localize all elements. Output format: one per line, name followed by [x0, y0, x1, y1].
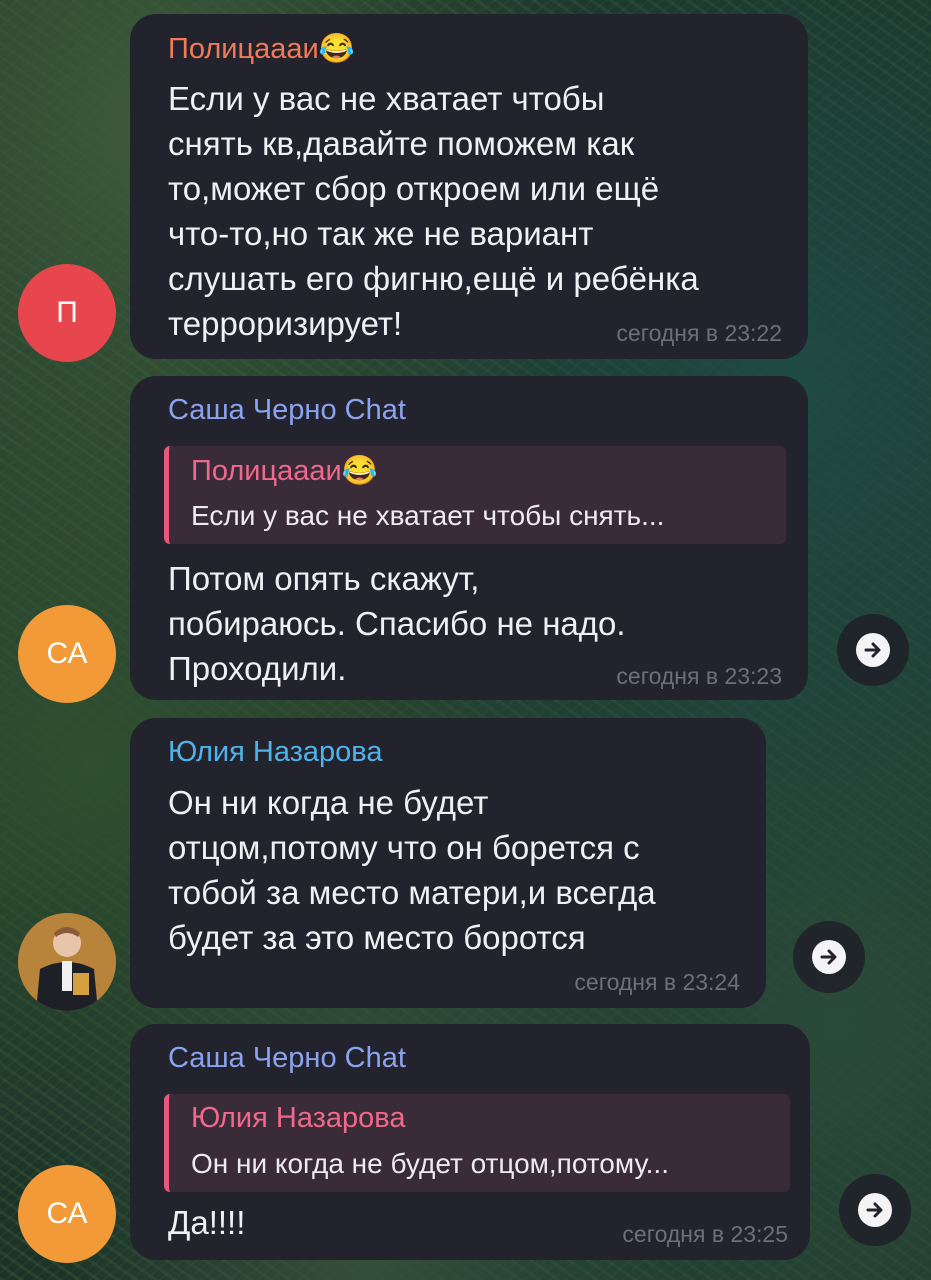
message-line: побираюсь. Спасибо не надо. [168, 605, 626, 642]
person-photo-icon [18, 913, 116, 1011]
message-line: отцом,потому что он борется с [168, 829, 640, 866]
message-line: снять кв,давайте поможем как [168, 125, 635, 162]
message-line: Он ни когда не будет [168, 784, 489, 821]
forward-button[interactable] [839, 1174, 911, 1246]
avatar[interactable]: П [18, 264, 116, 362]
reply-sender: Юлия Назарова [191, 1102, 406, 1134]
message-bubble[interactable]: Юлия Назарова Он ни когда не будет отцом… [130, 718, 766, 1008]
avatar-initials: П [56, 296, 78, 329]
sender-name[interactable]: Саша Черно Chat [168, 394, 406, 427]
message-bubble[interactable]: Полицаааи😂 Если у вас не хватает чтобы с… [130, 14, 808, 359]
reply-preview[interactable]: Полицаааи😂 Если у вас не хватает чтобы с… [164, 446, 786, 544]
forward-button[interactable] [793, 921, 865, 993]
message-line: Потом опять скажут, [168, 560, 480, 597]
avatar[interactable] [18, 913, 116, 1011]
message-line: Да!!!! [168, 1204, 246, 1241]
message-line: Если у вас не хватает чтобы [168, 80, 605, 117]
avatar[interactable]: СА [18, 605, 116, 703]
message-bubble[interactable]: Саша Черно Chat Юлия Назарова Он ни когд… [130, 1024, 810, 1260]
message-bubble[interactable]: Саша Черно Chat Полицаааи😂 Если у вас не… [130, 376, 808, 700]
message-time: сегодня в 23:22 [616, 320, 782, 346]
forward-arrow-icon [856, 633, 890, 667]
message-time: сегодня в 23:25 [622, 1221, 788, 1247]
message-line: слушать его фигню,ещё и ребёнка [168, 260, 699, 297]
reply-sender: Полицаааи😂 [191, 455, 378, 487]
message-text: Да!!!! [168, 1200, 245, 1245]
message-line: тобой за место матери,и всегда [168, 874, 656, 911]
avatar-initials: СА [46, 1197, 88, 1230]
message-text: Он ни когда не будет отцом,потому что он… [168, 780, 656, 960]
message-text: Если у вас не хватает чтобы снять кв,дав… [168, 76, 699, 346]
forward-arrow-icon [812, 940, 846, 974]
reply-text: Он ни когда не будет отцом,потому... [191, 1148, 669, 1179]
reply-text: Если у вас не хватает чтобы снять... [191, 500, 665, 531]
avatar[interactable]: СА [18, 1165, 116, 1263]
avatar-initials: СА [46, 637, 88, 670]
message-time: сегодня в 23:24 [574, 969, 740, 995]
message-line: то,может сбор откроем или ещё [168, 170, 660, 207]
reply-preview[interactable]: Юлия Назарова Он ни когда не будет отцом… [164, 1094, 790, 1192]
sender-name[interactable]: Юлия Назарова [168, 736, 383, 769]
sender-name[interactable]: Полицаааи😂 [168, 32, 355, 66]
message-line: будет за это место боротся [168, 919, 586, 956]
message-line: Проходили. [168, 650, 347, 687]
forward-arrow-icon [858, 1193, 892, 1227]
sender-name[interactable]: Саша Черно Chat [168, 1042, 406, 1075]
message-time: сегодня в 23:23 [616, 663, 782, 689]
message-text: Потом опять скажут, побираюсь. Спасибо н… [168, 556, 626, 691]
forward-button[interactable] [837, 614, 909, 686]
message-line: что-то,но так же не вариант [168, 215, 594, 252]
